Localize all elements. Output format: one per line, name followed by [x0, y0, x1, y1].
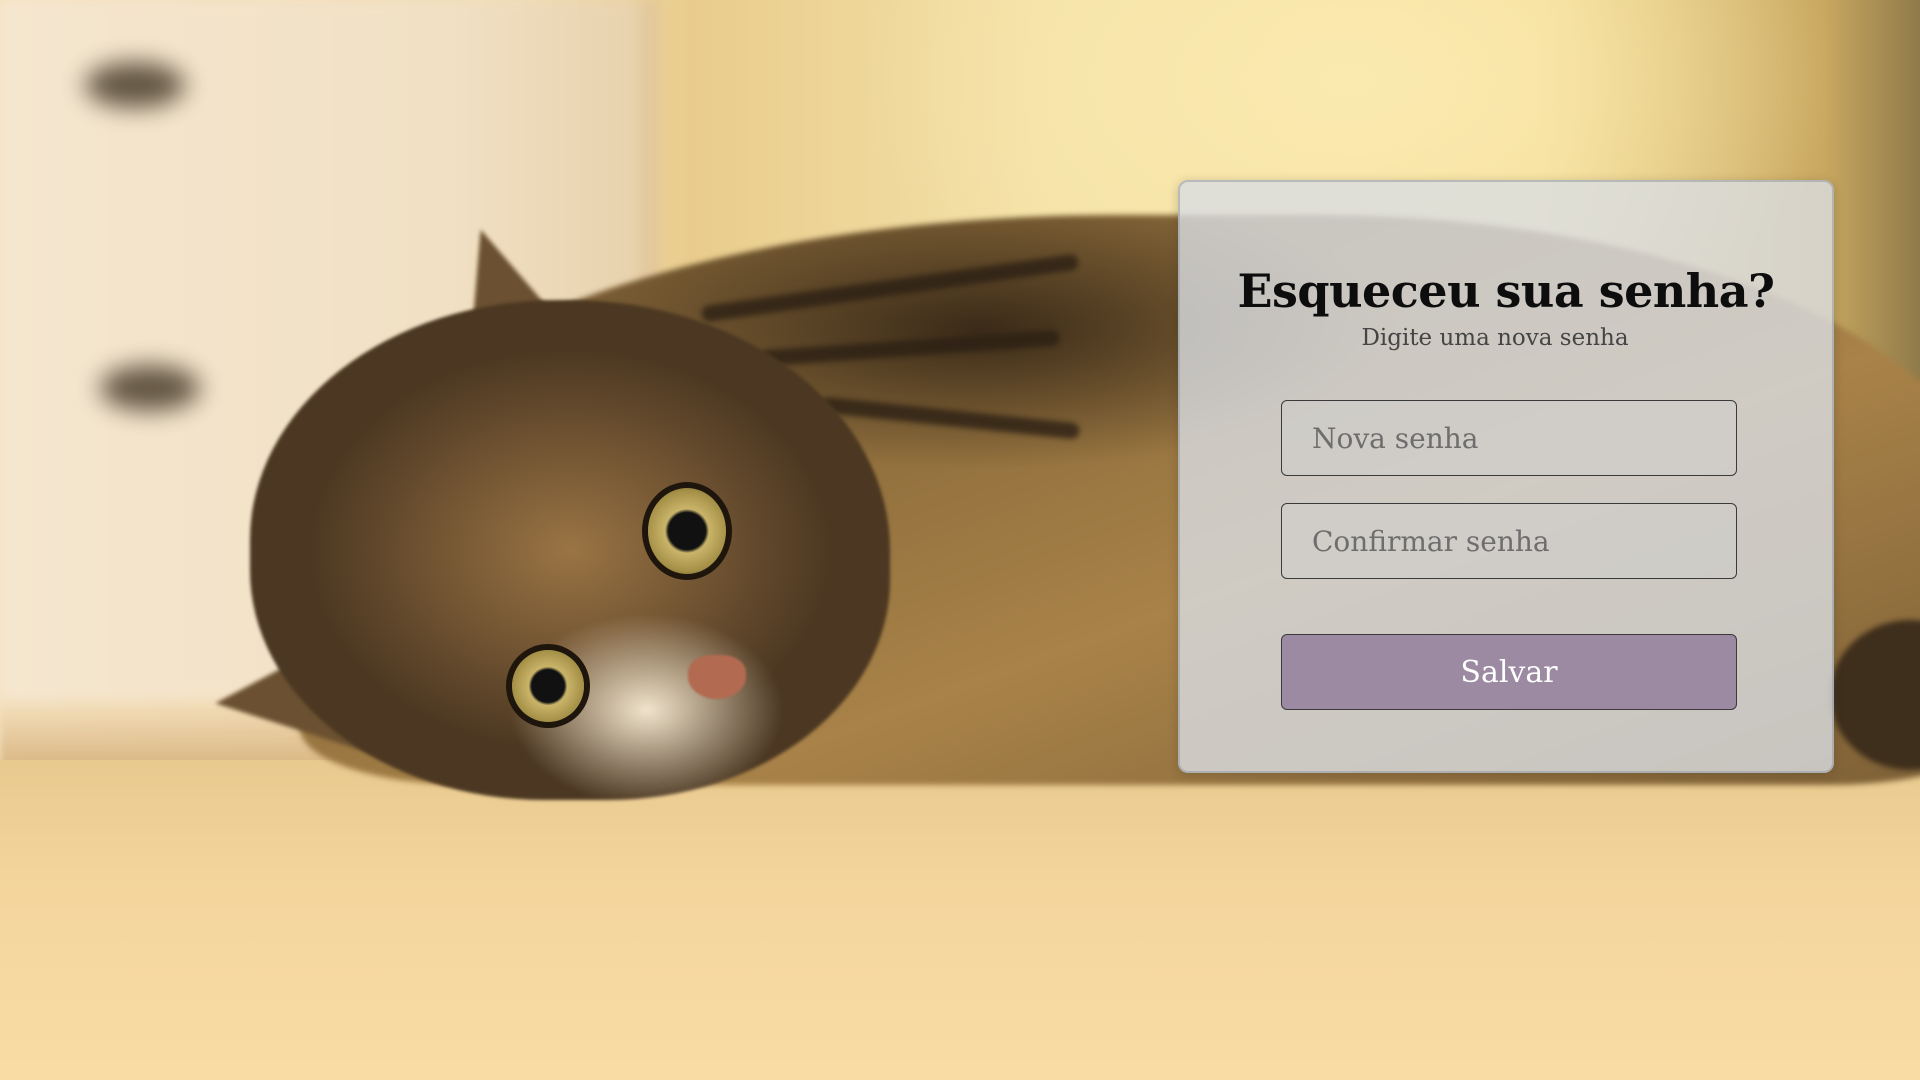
page: Esqueceu sua senha? Digite uma nova senh…	[0, 0, 1920, 1080]
page-subtitle: Digite uma nova senha	[1361, 325, 1629, 351]
cat-eye	[648, 488, 726, 574]
cat-eye	[512, 650, 584, 722]
new-password-input[interactable]	[1281, 400, 1737, 476]
cat-head	[250, 300, 890, 800]
page-title: Esqueceu sua senha?	[1237, 264, 1775, 318]
save-button[interactable]: Salvar	[1281, 634, 1737, 710]
password-reset-card: Esqueceu sua senha? Digite uma nova senh…	[1178, 180, 1834, 773]
dresser-knob	[85, 62, 185, 108]
confirm-password-input[interactable]	[1281, 503, 1737, 579]
dresser-knob	[100, 365, 200, 411]
background-floor	[0, 760, 1920, 1080]
cat-nose	[688, 655, 746, 699]
